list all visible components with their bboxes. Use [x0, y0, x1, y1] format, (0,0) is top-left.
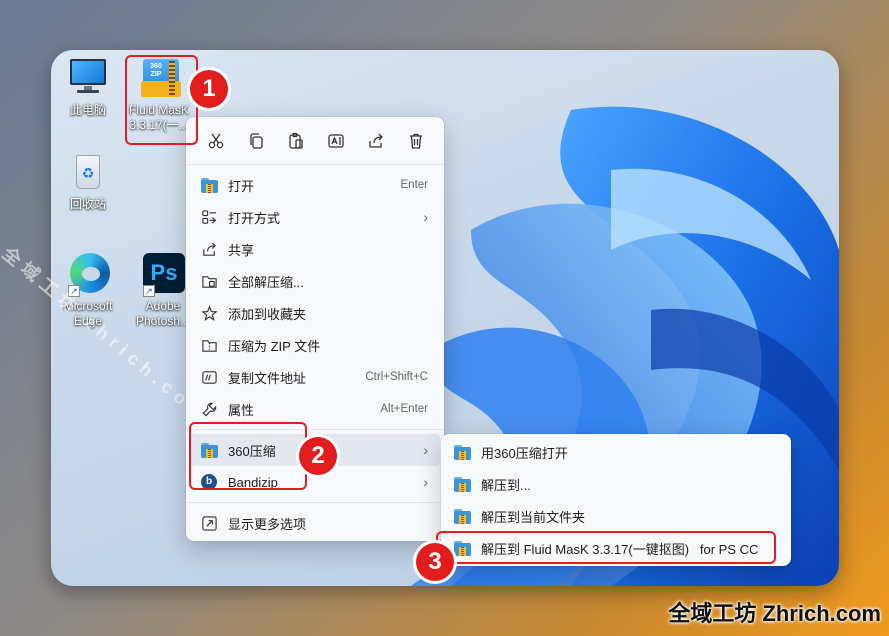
submenu-item-open-with-360[interactable]: 用360压缩打开 — [441, 436, 791, 468]
extract-all-icon — [200, 272, 218, 290]
desktop-icon-this-pc[interactable]: 此电脑 — [56, 57, 120, 118]
desktop-icon-recycle-bin[interactable]: ♻ 回收站 — [56, 151, 120, 212]
highlight-360-zip — [189, 422, 307, 490]
menu-item-label: 全部解压缩... — [228, 274, 304, 290]
photoshop-icon: Ps ↗ — [141, 253, 185, 297]
menu-item-label: 显示更多选项 — [228, 516, 307, 532]
menu-item-label: 打开方式 — [228, 210, 281, 226]
copy-icon — [250, 132, 263, 149]
share-button[interactable] — [356, 125, 396, 157]
highlight-extract-to-folder — [436, 531, 776, 564]
chevron-right-icon: › — [423, 209, 428, 225]
menu-item-copy-path[interactable]: 复制文件地址 Ctrl+Shift+C — [186, 361, 444, 393]
share-icon — [200, 240, 218, 258]
more-options-icon — [200, 514, 218, 532]
step-badge-2: 2 — [299, 437, 337, 475]
folder-zip-icon — [453, 475, 471, 493]
rename-icon — [328, 133, 344, 148]
menu-separator — [186, 502, 444, 503]
desktop-icon-label: 回收站 — [69, 197, 106, 211]
rename-button[interactable] — [316, 125, 356, 157]
step-badge-3: 3 — [416, 543, 454, 581]
scissors-icon — [208, 133, 224, 148]
open-with-icon — [200, 208, 218, 226]
menu-item-label: 属性 — [228, 402, 255, 418]
folder-zip-icon — [453, 507, 471, 525]
shortcut-label: Alt+Enter — [380, 403, 428, 415]
shortcut-label: Ctrl+Shift+C — [365, 371, 428, 383]
menu-item-label: 添加到收藏夹 — [228, 306, 307, 322]
step-badge-1: 1 — [190, 70, 228, 108]
paste-icon — [289, 132, 303, 149]
menu-item-label: 共享 — [228, 242, 255, 258]
submenu-item-label: 用360压缩打开 — [481, 445, 568, 461]
cut-button[interactable] — [196, 125, 236, 157]
share-icon — [369, 133, 383, 148]
menu-item-label: 打开 — [228, 178, 255, 194]
folder-zip-icon — [200, 176, 218, 194]
menu-item-open[interactable]: 打开 Enter — [186, 169, 444, 201]
submenu-item-extract-to[interactable]: 解压到... — [441, 468, 791, 500]
submenu-item-label: 解压到当前文件夹 — [481, 509, 586, 525]
wrench-icon — [200, 400, 218, 418]
menu-toolbar — [186, 117, 444, 165]
trash-icon — [410, 133, 422, 149]
menu-item-share[interactable]: 共享 — [186, 233, 444, 265]
chevron-right-icon: › — [423, 474, 428, 490]
delete-button[interactable] — [396, 125, 436, 157]
menu-item-compress-zip[interactable]: 压缩为 ZIP 文件 — [186, 329, 444, 361]
submenu-item-label: 解压到... — [481, 477, 531, 493]
corner-watermark: 全域工坊 Zhrich.com — [668, 601, 881, 626]
highlight-zip-file — [125, 55, 198, 145]
zip-file-icon — [200, 336, 218, 354]
menu-item-extract-all[interactable]: 全部解压缩... — [186, 265, 444, 297]
menu-item-show-more[interactable]: 显示更多选项 — [186, 507, 444, 539]
paste-button[interactable] — [276, 125, 316, 157]
star-icon — [200, 304, 218, 322]
menu-item-add-favorites[interactable]: 添加到收藏夹 — [186, 297, 444, 329]
menu-item-properties[interactable]: 属性 Alt+Enter — [186, 393, 444, 425]
desktop-icon-label: 此电脑 — [69, 103, 106, 117]
submenu-item-extract-here[interactable]: 解压到当前文件夹 — [441, 500, 791, 532]
chevron-right-icon: › — [423, 442, 428, 458]
menu-item-label: 复制文件地址 — [228, 370, 307, 386]
recycle-bin-icon: ♻ — [66, 151, 110, 193]
menu-item-open-with[interactable]: 打开方式 › — [186, 201, 444, 233]
shortcut-label: Enter — [400, 179, 429, 191]
copy-button[interactable] — [236, 125, 276, 157]
computer-icon — [66, 57, 110, 99]
folder-zip-icon — [453, 443, 471, 461]
copy-path-icon — [200, 368, 218, 386]
menu-item-label: 压缩为 ZIP 文件 — [228, 338, 321, 354]
